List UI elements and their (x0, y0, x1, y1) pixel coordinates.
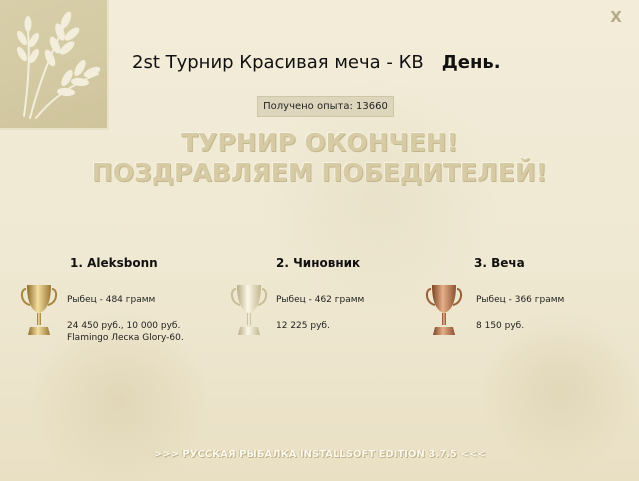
experience-badge: Получено опыта: 13660 (257, 96, 394, 117)
winner-name: 1. Aleksbonn (70, 256, 158, 270)
close-icon: X (610, 8, 622, 26)
tournament-title: 2st Турнир Красивая меча - КВ (132, 52, 424, 73)
bronze-cup-icon (425, 285, 463, 335)
winner-fish: Рыбец - 462 грамм (276, 295, 365, 305)
tournament-results-window: X 2st Турнир Красивая меча - КВ День. Пол… (0, 0, 639, 481)
winner-prize: 24 450 руб., 10 000 руб. (67, 321, 181, 331)
winner-name: 2. Чиновник (276, 256, 361, 270)
winner-fish: Рыбец - 484 грамм (67, 295, 156, 305)
tournament-over-banner: ТУРНИР ОКОНЧЕН! (181, 128, 458, 157)
silver-cup-icon (230, 285, 268, 335)
winner-prize-item: Flamingo Леска Glory-60. (67, 333, 184, 343)
congratulations-banner: ПОЗДРАВЛЯЕМ ПОБЕДИТЕЛЕЙ! (91, 158, 548, 187)
winner-fish: Рыбец - 366 грамм (476, 295, 565, 305)
winner-prize: 8 150 руб. (476, 321, 525, 331)
winner-name: 3. Веча (474, 256, 525, 270)
close-button[interactable]: X (607, 8, 625, 26)
title-row: 2st Турнир Красивая меча - КВ День. (132, 52, 501, 78)
winner-prize: 12 225 руб. (276, 321, 330, 331)
game-edition-footer: >>> РУССКАЯ РЫБАЛКА INSTALLSOFT EDITION … (153, 449, 486, 460)
gold-cup-icon (20, 285, 58, 335)
day-label: День. (441, 52, 501, 73)
wheat-logo-icon (0, 0, 109, 130)
